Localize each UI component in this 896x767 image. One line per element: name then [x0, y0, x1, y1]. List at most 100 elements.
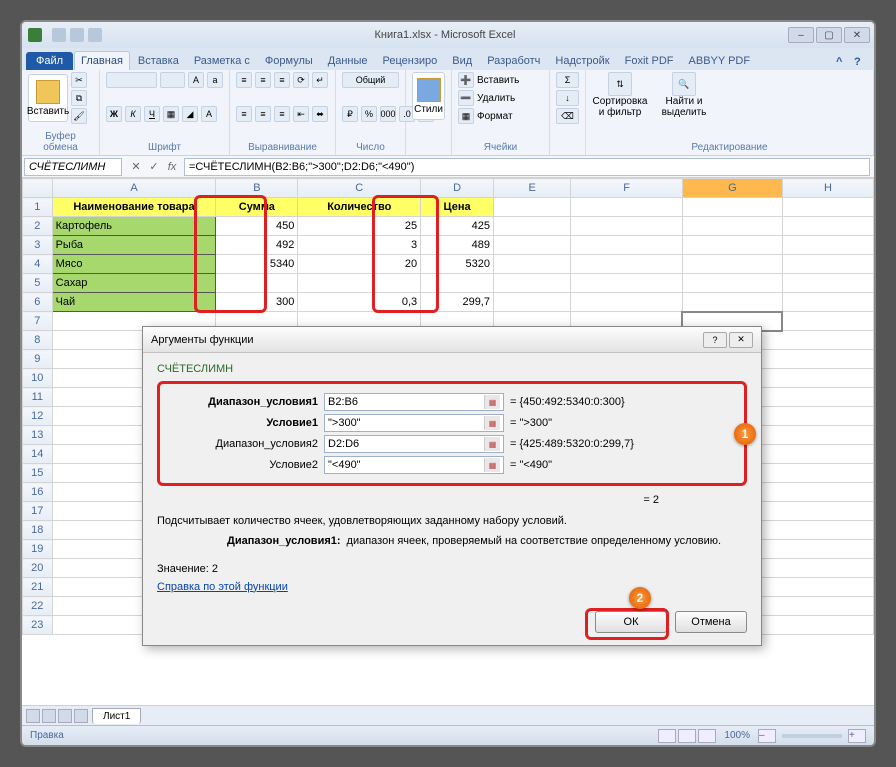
- tab-layout[interactable]: Разметка с: [187, 51, 257, 70]
- tab-home[interactable]: Главная: [74, 51, 130, 70]
- dialog-help-icon[interactable]: ?: [703, 332, 727, 348]
- cell[interactable]: 450: [216, 217, 298, 236]
- qat-redo-icon[interactable]: [88, 28, 102, 42]
- range-picker-icon[interactable]: ▦: [484, 395, 500, 409]
- increase-font-icon[interactable]: A: [188, 72, 204, 88]
- font-color-icon[interactable]: A: [201, 106, 217, 122]
- underline-icon[interactable]: Ч: [144, 106, 160, 122]
- percent-icon[interactable]: %: [361, 106, 377, 122]
- align-bot-icon[interactable]: ≡: [274, 72, 290, 88]
- minimize-button[interactable]: –: [788, 27, 814, 43]
- format-painter-icon[interactable]: 🖌: [71, 108, 87, 124]
- align-left-icon[interactable]: ≡: [236, 106, 252, 122]
- close-button[interactable]: ✕: [844, 27, 870, 43]
- row-header[interactable]: 5: [23, 274, 53, 293]
- bold-icon[interactable]: Ж: [106, 106, 122, 122]
- dialog-titlebar[interactable]: Аргументы функции ?✕: [143, 327, 761, 353]
- zoom-slider[interactable]: [782, 734, 842, 738]
- copy-icon[interactable]: ⧉: [71, 90, 87, 106]
- name-box[interactable]: СЧЁТЕСЛИМН: [24, 158, 122, 176]
- col-header[interactable]: A: [52, 179, 216, 198]
- tab-developer[interactable]: Разработч: [480, 51, 547, 70]
- zoom-in-icon[interactable]: +: [848, 729, 866, 743]
- cell[interactable]: Мясо: [52, 255, 216, 274]
- cell[interactable]: [421, 274, 494, 293]
- dialog-close-icon[interactable]: ✕: [729, 332, 753, 348]
- view-normal-icon[interactable]: [658, 729, 676, 743]
- range-picker-icon[interactable]: ▦: [484, 416, 500, 430]
- wrap-icon[interactable]: ↵: [312, 72, 328, 88]
- cell[interactable]: Рыба: [52, 236, 216, 255]
- row-header[interactable]: 6: [23, 293, 53, 312]
- format-cells-icon[interactable]: ▦: [458, 108, 474, 124]
- col-header[interactable]: B: [216, 179, 298, 198]
- number-format-select[interactable]: Общий: [342, 72, 399, 88]
- cell[interactable]: 299,7: [421, 293, 494, 312]
- fill-color-icon[interactable]: ◢: [182, 106, 198, 122]
- tab-nav-last-icon[interactable]: [74, 709, 88, 723]
- tab-review[interactable]: Рецензиро: [376, 51, 445, 70]
- tab-view[interactable]: Вид: [445, 51, 479, 70]
- view-break-icon[interactable]: [698, 729, 716, 743]
- function-help-link[interactable]: Справка по этой функции: [157, 581, 288, 593]
- tab-nav-first-icon[interactable]: [26, 709, 40, 723]
- currency-icon[interactable]: ₽: [342, 106, 358, 122]
- tab-data[interactable]: Данные: [321, 51, 375, 70]
- col-header[interactable]: G: [682, 179, 782, 198]
- indent-dec-icon[interactable]: ⇤: [293, 106, 309, 122]
- cell[interactable]: [216, 274, 298, 293]
- clear-icon[interactable]: ⌫: [556, 108, 579, 124]
- cell[interactable]: 0,3: [298, 293, 421, 312]
- sort-filter-icon[interactable]: ⇅: [608, 72, 632, 96]
- cancel-formula-icon[interactable]: ✕: [128, 159, 144, 175]
- zoom-out-icon[interactable]: –: [758, 729, 776, 743]
- cell[interactable]: 5320: [421, 255, 494, 274]
- qat-save-icon[interactable]: [52, 28, 66, 42]
- cell[interactable]: 3: [298, 236, 421, 255]
- cell[interactable]: 492: [216, 236, 298, 255]
- cell[interactable]: [298, 274, 421, 293]
- cell[interactable]: Наименование товара: [52, 198, 216, 217]
- spreadsheet-grid[interactable]: A B C D E F G H 1 Наименование товара Су…: [22, 178, 874, 668]
- fill-icon[interactable]: ↓: [556, 90, 579, 106]
- cell[interactable]: 20: [298, 255, 421, 274]
- col-header[interactable]: D: [421, 179, 494, 198]
- qat-undo-icon[interactable]: [70, 28, 84, 42]
- cut-icon[interactable]: ✂: [71, 72, 87, 88]
- italic-icon[interactable]: К: [125, 106, 141, 122]
- col-header[interactable]: E: [493, 179, 570, 198]
- select-all[interactable]: [23, 179, 53, 198]
- zoom-level[interactable]: 100%: [724, 730, 750, 741]
- cell[interactable]: Цена: [421, 198, 494, 217]
- arg-input[interactable]: ▦: [324, 393, 504, 411]
- cell[interactable]: Картофель: [52, 217, 216, 236]
- formula-input[interactable]: =СЧЁТЕСЛИМН(B2:B6;">300";D2:D6;"<490"): [184, 158, 870, 176]
- enter-formula-icon[interactable]: ✓: [146, 159, 162, 175]
- arg-input[interactable]: ▦: [324, 414, 504, 432]
- align-center-icon[interactable]: ≡: [255, 106, 271, 122]
- ribbon-min-icon[interactable]: ^: [836, 56, 850, 70]
- tab-nav-next-icon[interactable]: [58, 709, 72, 723]
- help-icon[interactable]: ?: [854, 56, 868, 70]
- row-header[interactable]: 1: [23, 198, 53, 217]
- cell[interactable]: 489: [421, 236, 494, 255]
- range-picker-icon[interactable]: ▦: [484, 437, 500, 451]
- maximize-button[interactable]: ▢: [816, 27, 842, 43]
- autosum-icon[interactable]: Σ: [556, 72, 579, 88]
- view-layout-icon[interactable]: [678, 729, 696, 743]
- align-top-icon[interactable]: ≡: [236, 72, 252, 88]
- tab-insert[interactable]: Вставка: [131, 51, 186, 70]
- comma-icon[interactable]: 000: [380, 106, 396, 122]
- tab-foxit[interactable]: Foxit PDF: [618, 51, 681, 70]
- sheet-tab[interactable]: Лист1: [92, 708, 141, 724]
- row-header[interactable]: 7: [23, 312, 53, 331]
- arg-input[interactable]: ▦: [324, 435, 504, 453]
- cell[interactable]: Количество: [298, 198, 421, 217]
- cell[interactable]: Чай: [52, 293, 216, 312]
- cell[interactable]: 425: [421, 217, 494, 236]
- cell[interactable]: Сахар: [52, 274, 216, 293]
- find-icon[interactable]: 🔍: [672, 72, 696, 96]
- align-mid-icon[interactable]: ≡: [255, 72, 271, 88]
- cancel-button[interactable]: Отмена: [675, 611, 747, 633]
- quick-access-toolbar[interactable]: [52, 28, 102, 42]
